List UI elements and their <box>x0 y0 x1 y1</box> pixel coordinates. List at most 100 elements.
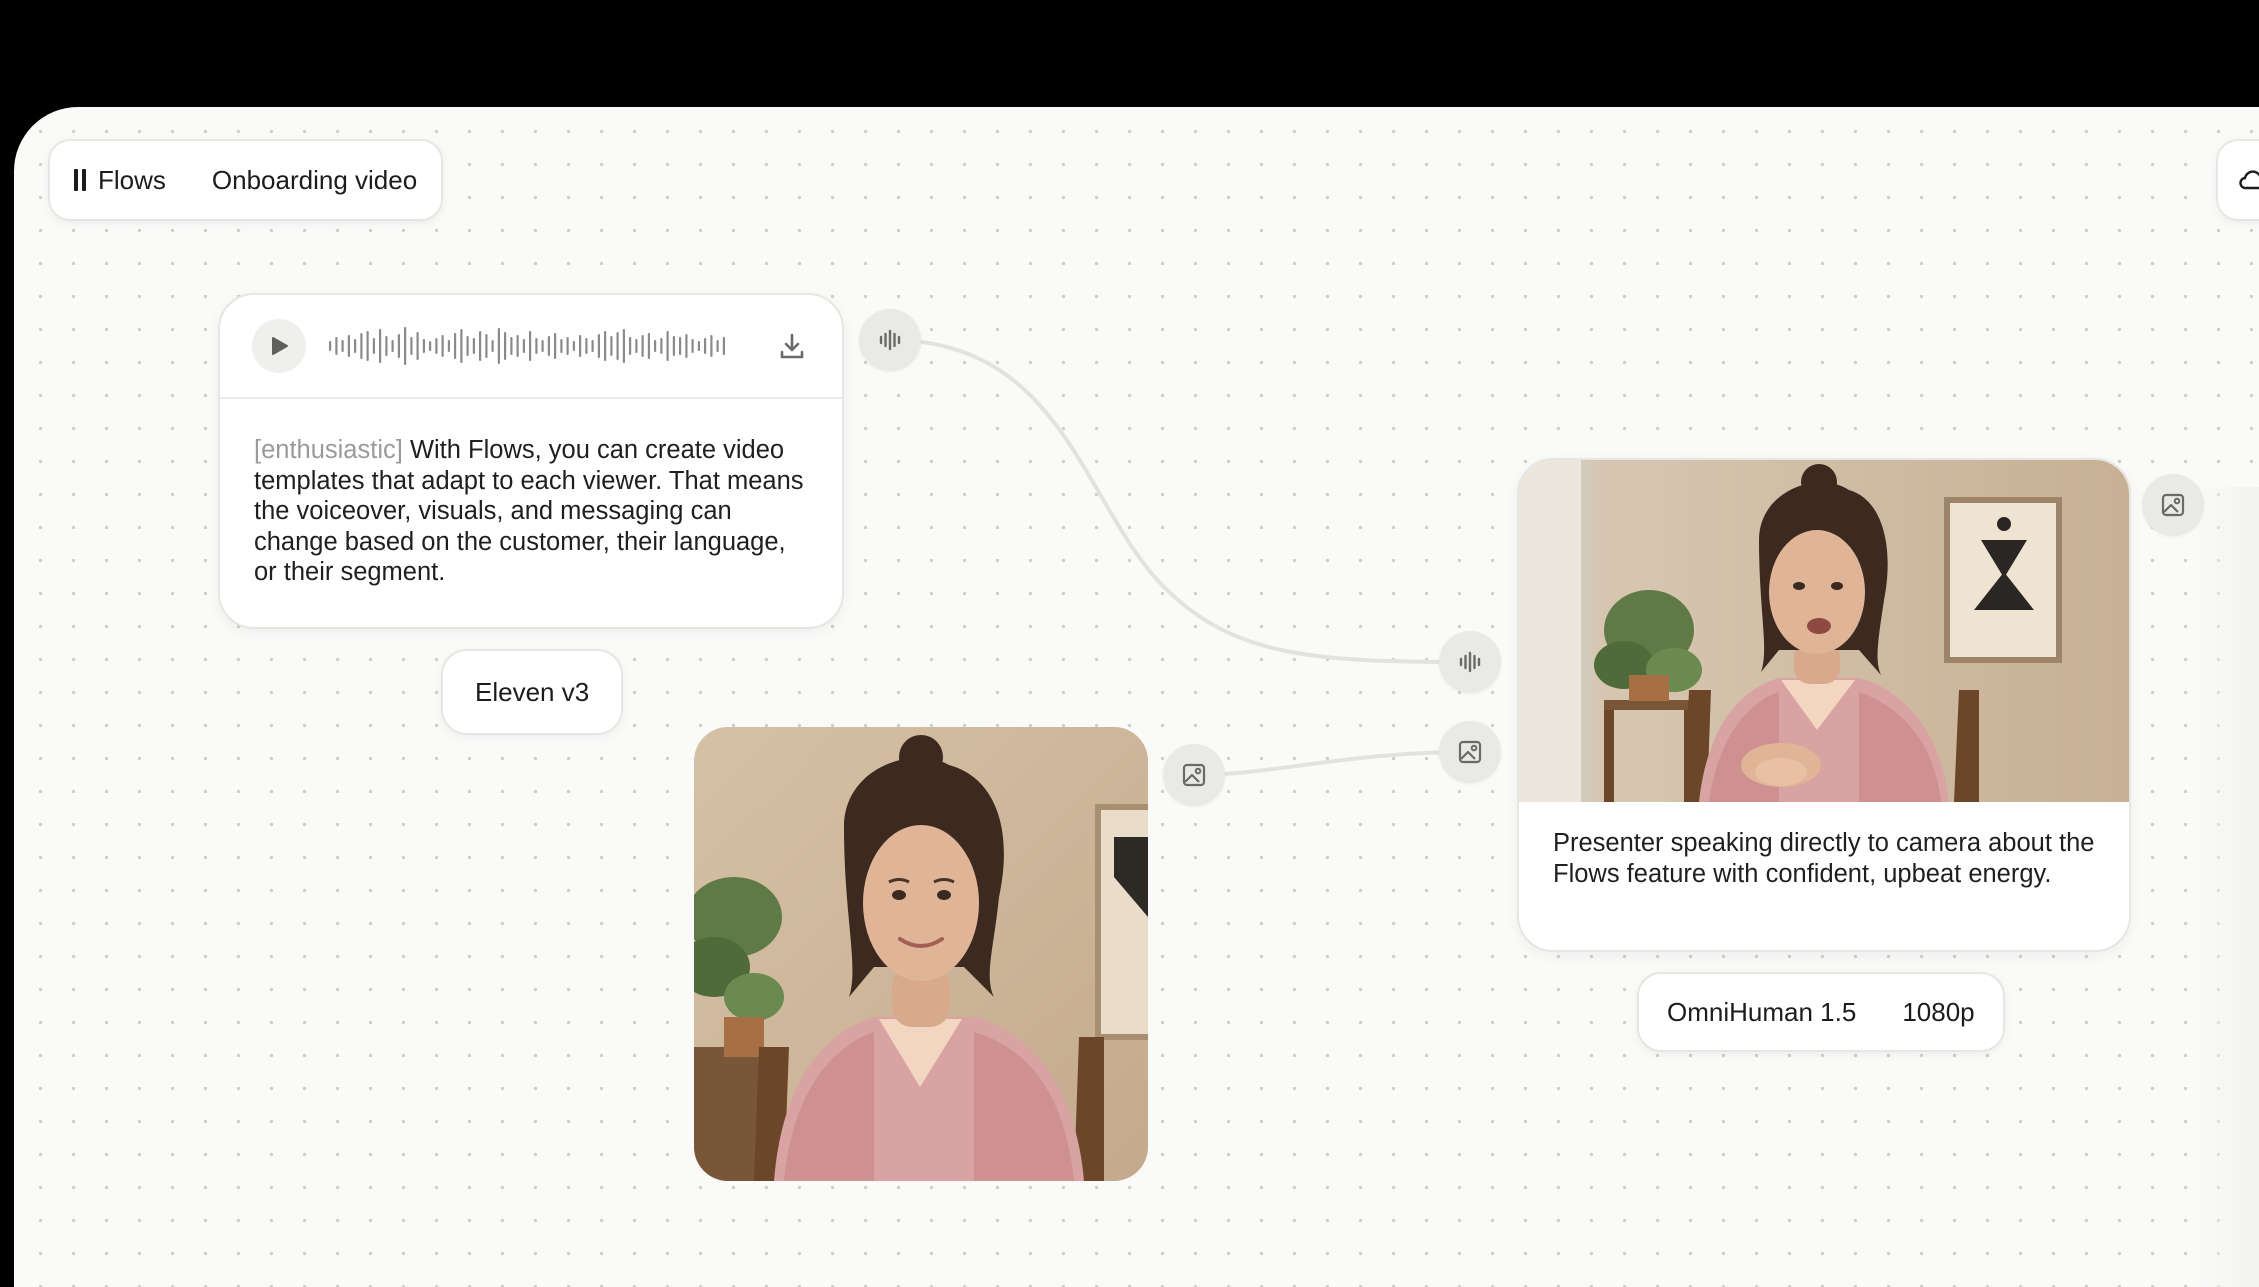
waveform-bar <box>341 340 344 352</box>
voiceover-node[interactable]: [enthusiastic] With Flows, you can creat… <box>218 293 844 629</box>
flows-bars-icon <box>74 169 86 191</box>
waveform-bar <box>710 335 713 357</box>
waveform-bar <box>647 333 650 359</box>
waveform-bar <box>597 334 600 358</box>
video-model-selector[interactable]: OmniHuman 1.5 <box>1667 997 1856 1028</box>
voice-model-selector[interactable]: Eleven v3 <box>441 649 624 735</box>
waveform-bar <box>685 334 688 358</box>
waveform-bar <box>716 340 719 352</box>
waveform-bar <box>560 339 563 353</box>
waveform-bar <box>591 340 594 352</box>
waveform-bar <box>379 329 382 363</box>
waveform-bar <box>329 341 332 351</box>
image-connection-wire <box>1193 750 1471 777</box>
tone-tag: [enthusiastic] <box>254 436 403 464</box>
waveform-bar <box>566 337 569 355</box>
audio-wave-icon <box>1459 651 1481 673</box>
waveform-bar <box>529 331 532 361</box>
image-icon <box>1182 763 1206 787</box>
waveform-bar <box>479 331 482 361</box>
waveform-bar <box>610 336 613 356</box>
waveform-bar <box>404 327 407 365</box>
waveform-bar <box>579 335 582 357</box>
waveform-bar <box>354 339 357 353</box>
waveform-bar <box>397 334 400 358</box>
waveform-bar <box>541 340 544 352</box>
waveform-bar <box>391 340 394 352</box>
waveform-bar <box>435 338 438 354</box>
download-button[interactable] <box>774 328 810 364</box>
waveform-bar <box>335 337 338 355</box>
audio-output-port[interactable] <box>859 309 921 371</box>
breadcrumb-flows-link[interactable]: Flows <box>74 165 166 196</box>
waveform-bar <box>447 340 450 352</box>
waveform-bar <box>635 339 638 353</box>
talking-video-node[interactable]: Presenter speaking directly to camera ab… <box>1517 458 2131 952</box>
audio-connection-wire <box>889 338 1471 664</box>
waveform-bar <box>347 335 350 357</box>
waveform-bar <box>722 337 725 355</box>
waveform-bar <box>697 341 700 351</box>
voiceover-script[interactable]: [enthusiastic] With Flows, you can creat… <box>220 399 842 588</box>
image-output-port[interactable] <box>1163 744 1225 806</box>
waveform-bar <box>510 337 513 355</box>
play-button[interactable] <box>252 319 306 373</box>
audio-wave-icon <box>879 329 901 351</box>
video-prompt[interactable]: Presenter speaking directly to camera ab… <box>1553 828 2095 889</box>
waveform-bar <box>666 331 669 361</box>
presenter-portrait-image <box>694 727 1148 1181</box>
voice-model-label: Eleven v3 <box>475 676 590 707</box>
image-input-port[interactable] <box>1439 721 1501 783</box>
waveform-bar <box>454 333 457 359</box>
cloud-button[interactable] <box>2216 139 2259 221</box>
breadcrumb-page-label[interactable]: Onboarding video <box>212 165 417 196</box>
waveform-bar <box>497 328 500 364</box>
waveform-bar <box>616 332 619 360</box>
waveform-bar <box>485 334 488 358</box>
waveform-bar <box>679 337 682 355</box>
waveform-bar <box>654 340 657 352</box>
video-preview[interactable] <box>1519 460 2129 802</box>
waveform-bar <box>385 336 388 356</box>
side-panel-edge <box>2192 487 2259 1287</box>
waveform-bar <box>516 335 519 357</box>
image-icon <box>2161 493 2185 517</box>
breadcrumb-app-label: Flows <box>98 164 166 195</box>
waveform-bar <box>572 341 575 351</box>
waveform-bar <box>491 340 494 352</box>
waveform-bar <box>622 329 625 363</box>
waveform-bar <box>604 331 607 361</box>
flow-canvas[interactable]: Flows Onboarding video [enthusiastic] Wi… <box>14 107 2259 1287</box>
waveform-bar <box>660 338 663 354</box>
waveform-bar <box>460 329 463 363</box>
waveform-bar <box>416 332 419 360</box>
waveform-bar <box>554 333 557 359</box>
waveform-bar <box>672 336 675 356</box>
video-output-port[interactable] <box>2142 474 2204 536</box>
waveform-bar <box>585 338 588 354</box>
waveform-bar <box>429 341 432 351</box>
audio-waveform[interactable] <box>328 324 728 368</box>
waveform-bar <box>522 339 525 353</box>
video-resolution-selector[interactable]: 1080p <box>1902 997 1974 1028</box>
image-icon <box>1458 740 1482 764</box>
waveform-bar <box>360 333 363 359</box>
video-settings[interactable]: OmniHuman 1.5 1080p <box>1637 972 2005 1052</box>
waveform-bar <box>472 338 475 354</box>
audio-input-port[interactable] <box>1439 631 1501 693</box>
waveform-bar <box>641 335 644 357</box>
waveform-bar <box>704 338 707 354</box>
waveform-bar <box>466 336 469 356</box>
cloud-icon <box>2239 170 2259 190</box>
waveform-bar <box>372 338 375 354</box>
waveform-bar <box>547 336 550 356</box>
play-icon <box>272 337 288 355</box>
waveform-bar <box>535 338 538 354</box>
waveform-bar <box>422 339 425 353</box>
presenter-video-frame <box>1519 460 2129 802</box>
presenter-image-node[interactable] <box>694 727 1148 1181</box>
audio-player <box>220 295 842 399</box>
waveform-bar <box>441 335 444 357</box>
waveform-bar <box>504 332 507 360</box>
breadcrumb: Flows Onboarding video <box>48 139 444 221</box>
